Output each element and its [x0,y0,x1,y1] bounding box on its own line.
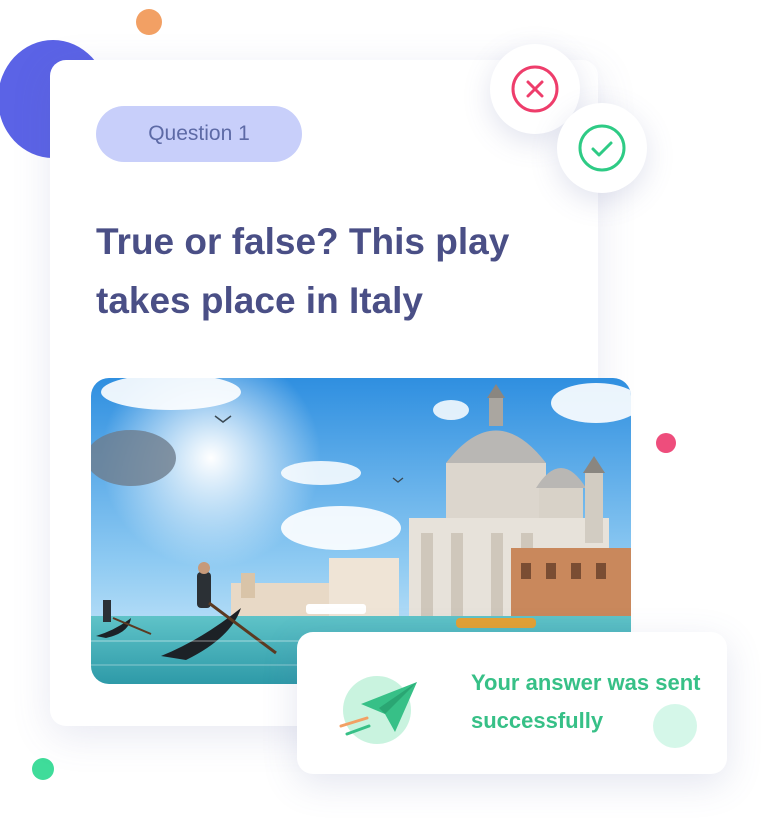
question-badge-label: Question 1 [148,122,250,145]
true-answer-button[interactable] [557,103,647,193]
decorative-orange-dot [136,9,162,35]
success-toast: Your answer was sent successfully [297,632,727,774]
question-text: True or false? This play takes place in … [96,221,510,321]
paper-plane-icon [339,676,417,744]
check-icon [578,124,626,172]
decorative-green-dot [32,758,54,780]
decorative-pink-dot [656,433,676,453]
question-badge: Question 1 [96,106,302,162]
close-icon [511,65,559,113]
toast-decorative-circle [653,704,697,748]
